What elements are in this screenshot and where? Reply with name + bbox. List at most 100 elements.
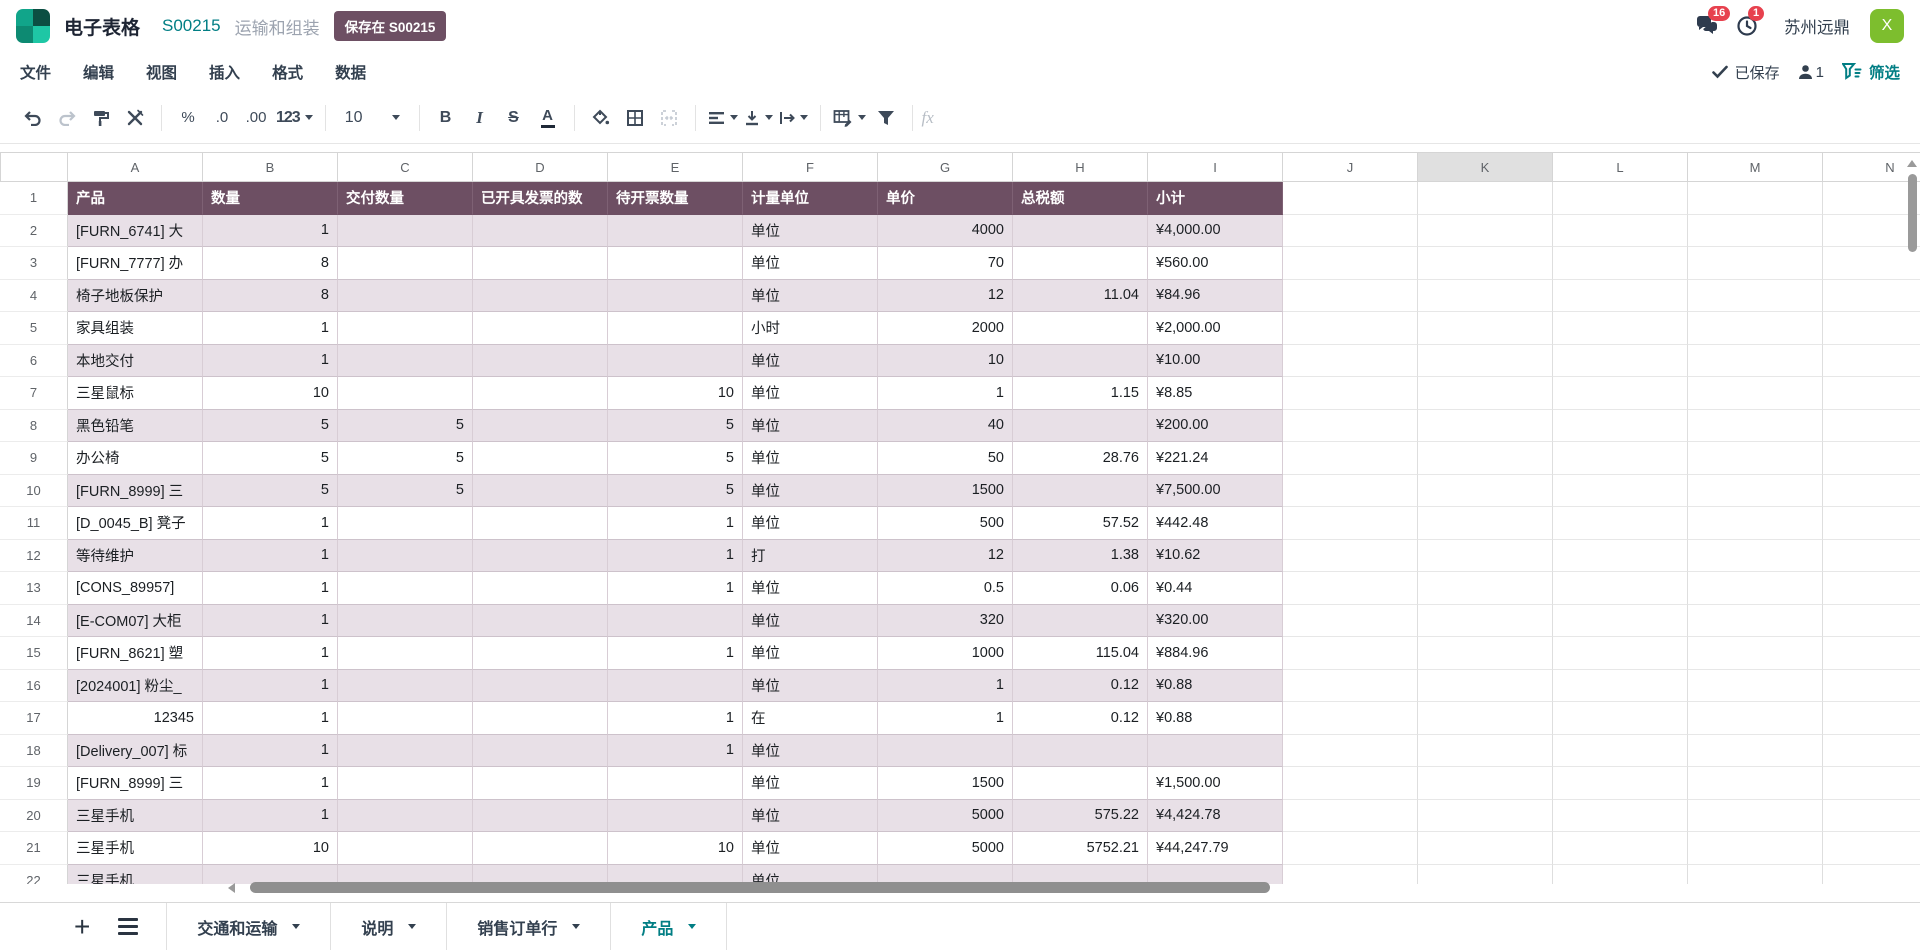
cell-B16[interactable]: 1 bbox=[203, 670, 338, 703]
cell-L2[interactable] bbox=[1553, 215, 1688, 248]
cell-H17[interactable]: 0.12 bbox=[1013, 702, 1148, 735]
row-header-15[interactable]: 15 bbox=[0, 637, 68, 670]
cell-J17[interactable] bbox=[1283, 702, 1418, 735]
cell-B12[interactable]: 1 bbox=[203, 540, 338, 573]
cell-D15[interactable] bbox=[473, 637, 608, 670]
cell-I17[interactable]: ¥0.88 bbox=[1148, 702, 1283, 735]
cell-F16[interactable]: 单位 bbox=[743, 670, 878, 703]
cell-M15[interactable] bbox=[1688, 637, 1823, 670]
cell-F2[interactable]: 单位 bbox=[743, 215, 878, 248]
cell-L8[interactable] bbox=[1553, 410, 1688, 443]
cell-G19[interactable]: 1500 bbox=[878, 767, 1013, 800]
cell-M3[interactable] bbox=[1688, 247, 1823, 280]
app-logo-icon[interactable] bbox=[16, 9, 50, 43]
cell-J5[interactable] bbox=[1283, 312, 1418, 345]
cell-C5[interactable] bbox=[338, 312, 473, 345]
cell-L1[interactable] bbox=[1553, 182, 1688, 215]
formula-bar-fx[interactable]: fx bbox=[922, 108, 934, 128]
cell-N13[interactable] bbox=[1823, 572, 1920, 605]
cell-G6[interactable]: 10 bbox=[878, 345, 1013, 378]
row-header-10[interactable]: 10 bbox=[0, 475, 68, 508]
sheet-tab-1[interactable]: 说明 bbox=[330, 903, 446, 950]
cell-L17[interactable] bbox=[1553, 702, 1688, 735]
cell-G5[interactable]: 2000 bbox=[878, 312, 1013, 345]
cell-D12[interactable] bbox=[473, 540, 608, 573]
cell-D20[interactable] bbox=[473, 800, 608, 833]
cell-H1[interactable]: 总税额 bbox=[1013, 182, 1148, 215]
sheet-tab-2[interactable]: 销售订单行 bbox=[446, 903, 610, 950]
cell-H4[interactable]: 11.04 bbox=[1013, 280, 1148, 313]
text-wrap-menu[interactable] bbox=[779, 103, 808, 133]
cell-K19[interactable] bbox=[1418, 767, 1553, 800]
cell-M18[interactable] bbox=[1688, 735, 1823, 768]
cell-L3[interactable] bbox=[1553, 247, 1688, 280]
cell-A11[interactable]: [D_0045_B] 凳子 bbox=[68, 507, 203, 540]
presence-indicator[interactable]: 1 bbox=[1798, 64, 1824, 81]
cell-B1[interactable]: 数量 bbox=[203, 182, 338, 215]
cell-K13[interactable] bbox=[1418, 572, 1553, 605]
cell-B14[interactable]: 1 bbox=[203, 605, 338, 638]
cell-E14[interactable] bbox=[608, 605, 743, 638]
cell-A1[interactable]: 产品 bbox=[68, 182, 203, 215]
cell-M20[interactable] bbox=[1688, 800, 1823, 833]
cell-H21[interactable]: 5752.21 bbox=[1013, 832, 1148, 865]
cell-G17[interactable]: 1 bbox=[878, 702, 1013, 735]
cell-B4[interactable]: 8 bbox=[203, 280, 338, 313]
cell-E18[interactable]: 1 bbox=[608, 735, 743, 768]
column-header-M[interactable]: M bbox=[1688, 152, 1823, 182]
cell-C10[interactable]: 5 bbox=[338, 475, 473, 508]
cell-L5[interactable] bbox=[1553, 312, 1688, 345]
cell-D21[interactable] bbox=[473, 832, 608, 865]
cell-K16[interactable] bbox=[1418, 670, 1553, 703]
cell-H6[interactable] bbox=[1013, 345, 1148, 378]
cell-E1[interactable]: 待开票数量 bbox=[608, 182, 743, 215]
cell-D8[interactable] bbox=[473, 410, 608, 443]
cell-E11[interactable]: 1 bbox=[608, 507, 743, 540]
cell-C11[interactable] bbox=[338, 507, 473, 540]
cell-J7[interactable] bbox=[1283, 377, 1418, 410]
cell-B13[interactable]: 1 bbox=[203, 572, 338, 605]
cell-J8[interactable] bbox=[1283, 410, 1418, 443]
cell-J3[interactable] bbox=[1283, 247, 1418, 280]
horizontal-align-menu[interactable] bbox=[708, 103, 738, 133]
cell-B2[interactable]: 1 bbox=[203, 215, 338, 248]
cell-C1[interactable]: 交付数量 bbox=[338, 182, 473, 215]
cell-G4[interactable]: 12 bbox=[878, 280, 1013, 313]
cell-C3[interactable] bbox=[338, 247, 473, 280]
cell-F12[interactable]: 打 bbox=[743, 540, 878, 573]
cell-E5[interactable] bbox=[608, 312, 743, 345]
cell-K21[interactable] bbox=[1418, 832, 1553, 865]
cell-F5[interactable]: 小时 bbox=[743, 312, 878, 345]
user-avatar[interactable]: X bbox=[1870, 9, 1904, 43]
cell-E21[interactable]: 10 bbox=[608, 832, 743, 865]
borders-button[interactable] bbox=[621, 103, 649, 133]
cell-H19[interactable] bbox=[1013, 767, 1148, 800]
row-header-9[interactable]: 9 bbox=[0, 442, 68, 475]
cell-I16[interactable]: ¥0.88 bbox=[1148, 670, 1283, 703]
menu-insert[interactable]: 插入 bbox=[209, 65, 240, 82]
cell-B3[interactable]: 8 bbox=[203, 247, 338, 280]
cell-D14[interactable] bbox=[473, 605, 608, 638]
cell-N5[interactable] bbox=[1823, 312, 1920, 345]
cell-J12[interactable] bbox=[1283, 540, 1418, 573]
cell-D17[interactable] bbox=[473, 702, 608, 735]
cell-A18[interactable]: [Delivery_007] 标 bbox=[68, 735, 203, 768]
cell-D11[interactable] bbox=[473, 507, 608, 540]
cell-M14[interactable] bbox=[1688, 605, 1823, 638]
cell-I10[interactable]: ¥7,500.00 bbox=[1148, 475, 1283, 508]
format-percent-button[interactable]: % bbox=[174, 103, 202, 133]
cell-N20[interactable] bbox=[1823, 800, 1920, 833]
cell-A14[interactable]: [E-COM07] 大柜 bbox=[68, 605, 203, 638]
cell-I8[interactable]: ¥200.00 bbox=[1148, 410, 1283, 443]
column-header-I[interactable]: I bbox=[1148, 152, 1283, 182]
horizontal-scrollbar[interactable] bbox=[0, 882, 1920, 894]
italic-button[interactable]: I bbox=[466, 103, 494, 133]
cell-E6[interactable] bbox=[608, 345, 743, 378]
cell-L15[interactable] bbox=[1553, 637, 1688, 670]
cell-H14[interactable] bbox=[1013, 605, 1148, 638]
cell-E7[interactable]: 10 bbox=[608, 377, 743, 410]
cell-A17[interactable]: 12345 bbox=[68, 702, 203, 735]
cell-A20[interactable]: 三星手机 bbox=[68, 800, 203, 833]
redo-button[interactable] bbox=[53, 103, 81, 133]
cell-H20[interactable]: 575.22 bbox=[1013, 800, 1148, 833]
